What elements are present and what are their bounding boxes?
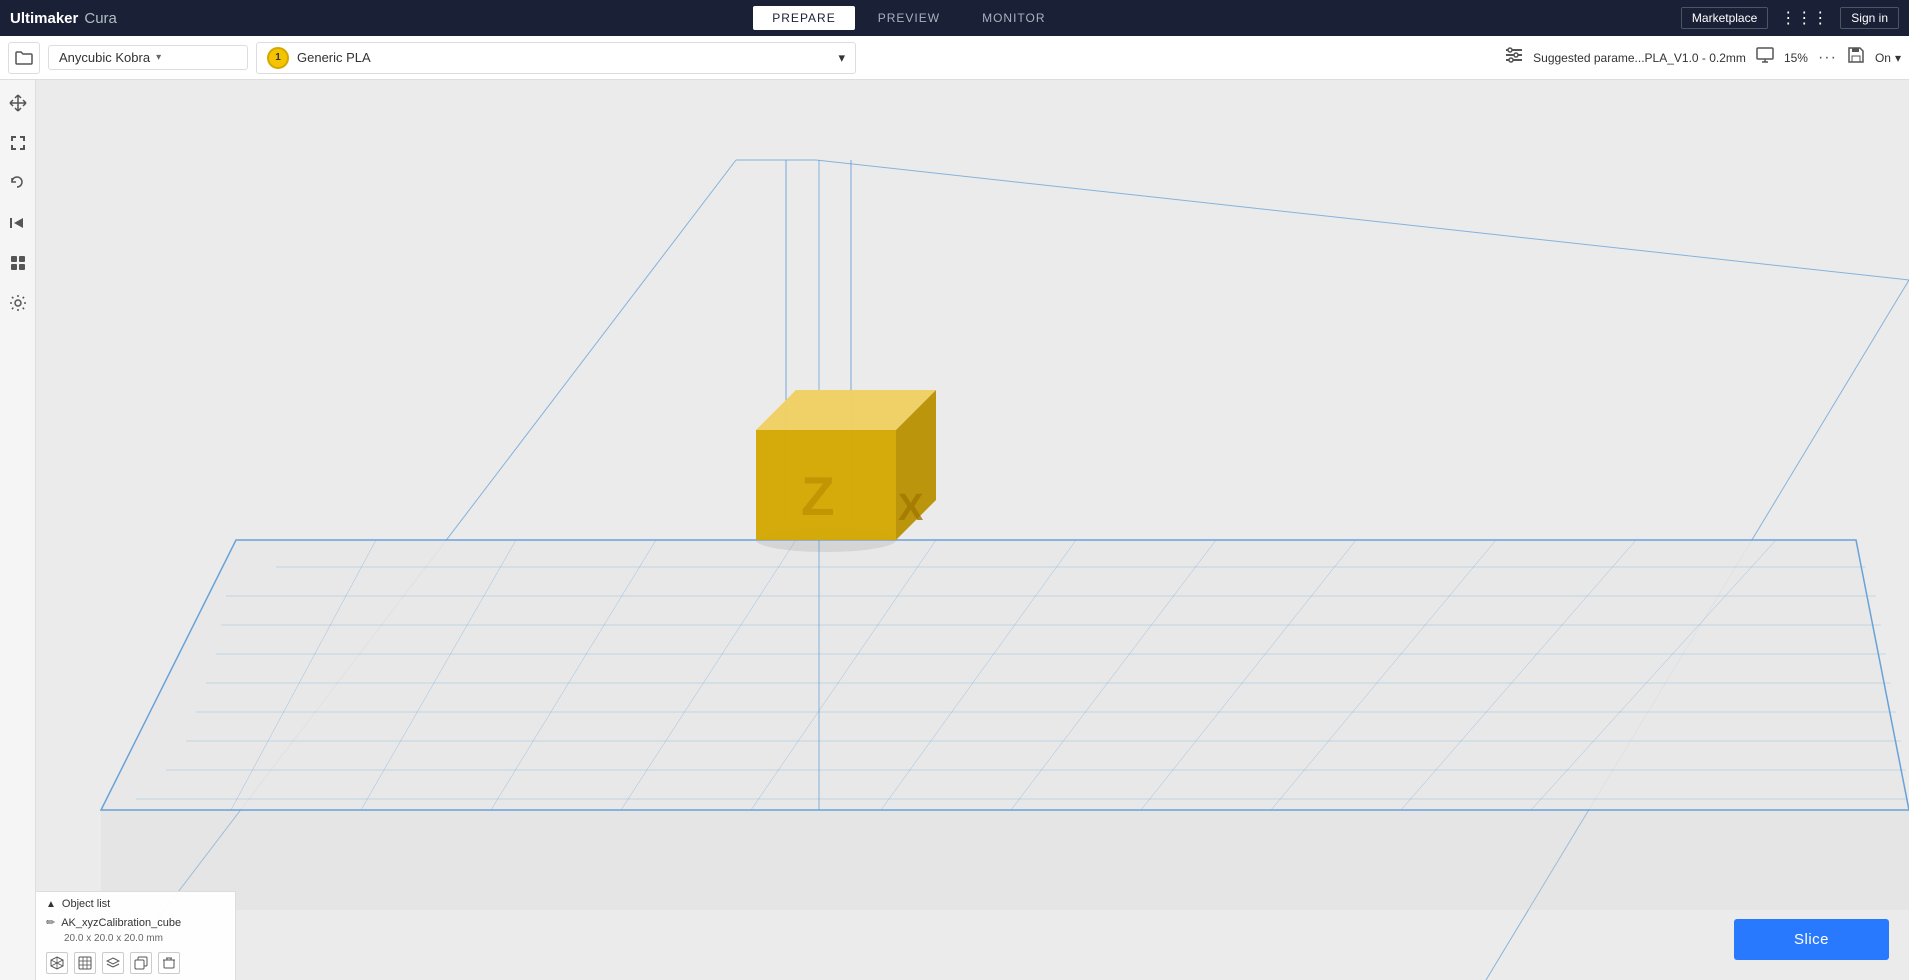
copy-icon[interactable] (130, 952, 152, 974)
slice-button[interactable]: Slice (1734, 919, 1889, 960)
tab-prepare[interactable]: PREPARE (753, 6, 854, 30)
scale-tool-button[interactable] (5, 130, 31, 156)
svg-text:X: X (898, 487, 924, 529)
tab-preview[interactable]: PREVIEW (859, 6, 959, 30)
collapse-icon[interactable]: ▲ (46, 899, 56, 910)
layer-icon[interactable] (102, 952, 124, 974)
viewport[interactable]: Z X ▲ Object list ✏ AK_xyzCalibration_cu… (36, 80, 1909, 980)
tool-settings-button[interactable] (5, 290, 31, 316)
infill-percent: 15% (1784, 51, 1808, 65)
tab-monitor[interactable]: MONITOR (963, 6, 1064, 30)
animate-button[interactable] (5, 210, 31, 236)
viewport-svg: Z X (36, 80, 1909, 980)
screen-icon[interactable] (1756, 46, 1774, 69)
move-tool-button[interactable] (5, 90, 31, 116)
delete-icon[interactable] (158, 952, 180, 974)
save-icon[interactable] (1847, 46, 1865, 69)
open-folder-button[interactable] (8, 42, 40, 74)
printer-selector[interactable]: Anycubic Kobra ▾ (48, 45, 248, 70)
material-number: 1 (275, 52, 281, 63)
object-list-title: Object list (62, 898, 110, 910)
object-item[interactable]: ✏ AK_xyzCalibration_cube (46, 914, 225, 931)
object-action-icons (46, 948, 225, 974)
object-list-panel: ▲ Object list ✏ AK_xyzCalibration_cube 2… (36, 891, 236, 980)
printer-chevron-icon: ▾ (156, 52, 161, 63)
mesh-icon[interactable] (74, 952, 96, 974)
object-dimensions: 20.0 x 20.0 x 20.0 mm (46, 931, 225, 948)
signin-button[interactable]: Sign in (1840, 7, 1899, 29)
top-navigation: Ultimaker Cura PREPARE PREVIEW MONITOR M… (0, 0, 1909, 36)
material-chevron-icon: ▾ (838, 50, 845, 66)
marketplace-button[interactable]: Marketplace (1681, 7, 1768, 29)
object-name: AK_xyzCalibration_cube (61, 917, 181, 929)
settings-icon[interactable] (1505, 46, 1523, 69)
main-toolbar: Anycubic Kobra ▾ 1 Generic PLA ▾ Suggest… (0, 36, 1909, 80)
nav-tabs: PREPARE PREVIEW MONITOR (147, 6, 1671, 30)
arrange-button[interactable] (5, 250, 31, 276)
on-label: On (1875, 51, 1891, 65)
logo-ultimaker: Ultimaker (10, 10, 78, 27)
svg-text:Z: Z (801, 465, 835, 527)
undo-button[interactable] (5, 170, 31, 196)
material-name: Generic PLA (297, 50, 371, 65)
on-toggle[interactable]: On ▾ (1875, 51, 1901, 65)
material-badge: 1 (267, 47, 289, 69)
settings-area: Suggested parame...PLA_V1.0 - 0.2mm 15% … (1505, 46, 1901, 69)
grid-icon[interactable]: ⋮⋮⋮ (1780, 8, 1828, 28)
main-area: Z X ▲ Object list ✏ AK_xyzCalibration_cu… (0, 80, 1909, 980)
on-chevron-icon: ▾ (1895, 51, 1901, 65)
dots-icon[interactable]: ··· (1818, 49, 1837, 67)
nav-right: Marketplace ⋮⋮⋮ Sign in (1681, 7, 1899, 29)
cube-icon[interactable] (46, 952, 68, 974)
left-toolbar (0, 80, 36, 980)
edit-icon: ✏ (46, 916, 55, 929)
object-list-header: ▲ Object list (46, 898, 225, 910)
app-logo: Ultimaker Cura (10, 10, 117, 27)
printer-name: Anycubic Kobra (59, 50, 150, 65)
material-selector[interactable]: 1 Generic PLA ▾ (256, 42, 856, 74)
settings-profile-text: Suggested parame...PLA_V1.0 - 0.2mm (1533, 51, 1746, 65)
logo-cura: Cura (84, 10, 117, 27)
